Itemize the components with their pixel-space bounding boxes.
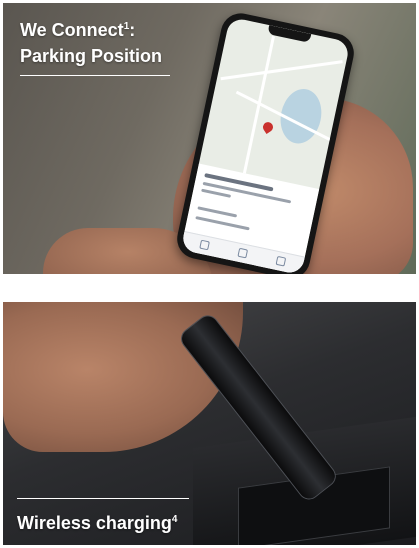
title-overline <box>17 498 189 499</box>
parking-location-pin-icon[interactable] <box>261 120 275 135</box>
profile-tab-icon[interactable] <box>275 255 287 267</box>
car-tab-icon[interactable] <box>199 239 210 251</box>
wireless-charging-image: Wireless charging4 <box>3 302 416 545</box>
title-underline <box>20 75 170 76</box>
location-card[interactable] <box>180 163 320 274</box>
map-tab-icon[interactable] <box>237 247 249 259</box>
parking-position-title: We Connect1: Parking Position <box>20 20 163 66</box>
wireless-charging-title: Wireless charging4 <box>17 513 178 533</box>
we-connect-parking-image: We Connect1: Parking Position <box>3 3 416 274</box>
